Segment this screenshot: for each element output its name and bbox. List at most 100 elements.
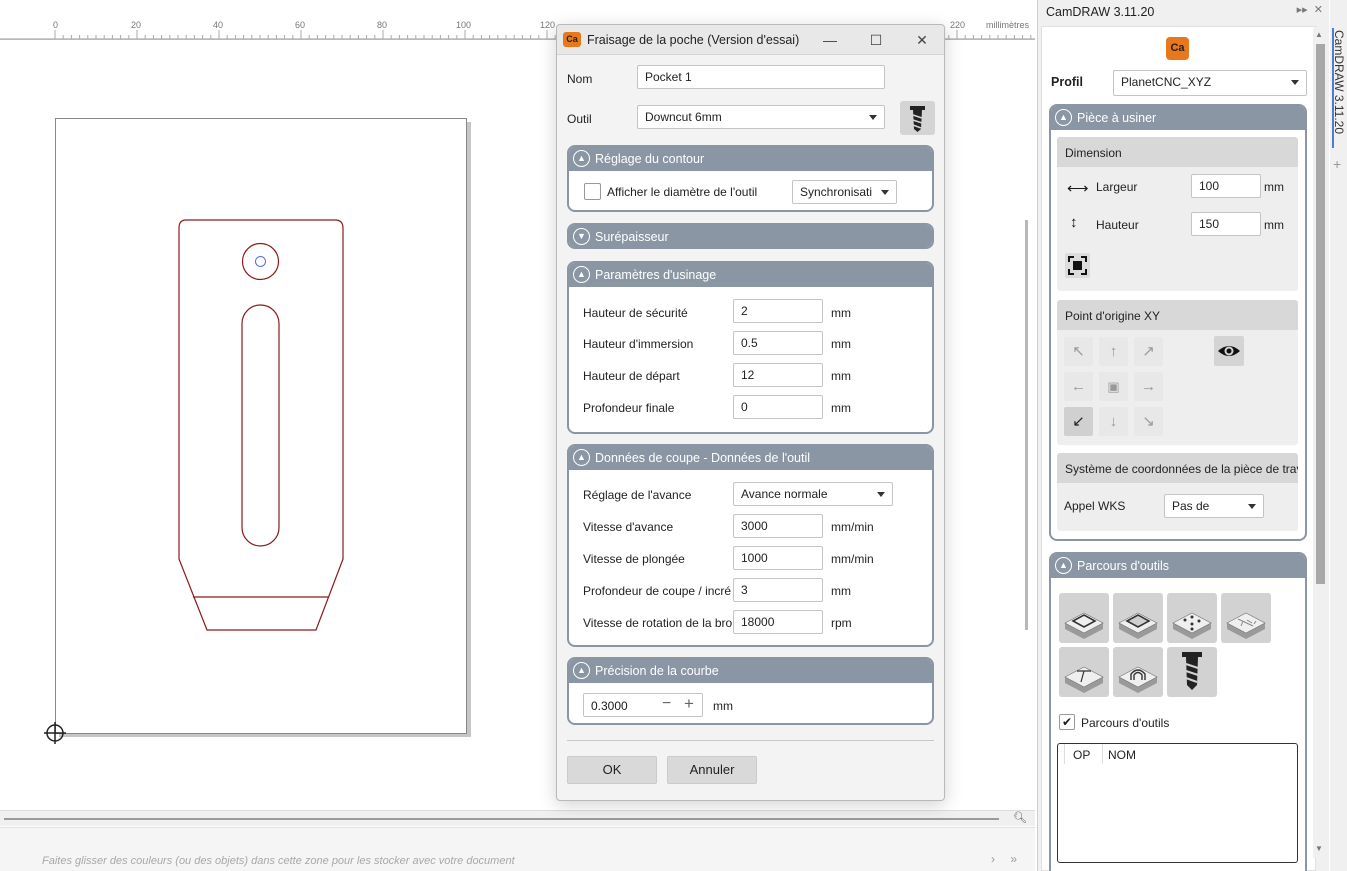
wks-header: Système de coordonnées de la pièce de tr…: [1057, 453, 1298, 483]
group-header[interactable]: ▼ Surépaisseur: [569, 225, 932, 247]
chevron-down-icon[interactable]: ▼: [573, 228, 590, 245]
chevron-up-icon[interactable]: ▲: [573, 449, 590, 466]
group-title: Parcours d'outils: [1077, 559, 1170, 573]
dialog-titlebar[interactable]: Ca Fraisage de la poche (Version d'essai…: [557, 25, 944, 55]
canvas-vertical-scrollbar[interactable]: [1020, 40, 1034, 810]
plus-icon[interactable]: +: [684, 694, 694, 714]
param-label: Profondeur finale: [583, 401, 675, 415]
origin-center-icon[interactable]: ▣: [1099, 372, 1128, 401]
maximize-icon[interactable]: ☐: [865, 30, 887, 50]
docker-title: CamDRAW 3.11.20: [1046, 5, 1155, 19]
scrollbar-thumb[interactable]: [4, 818, 999, 820]
origin-top-arrow-icon[interactable]: ↑: [1099, 337, 1128, 366]
show-origin-button[interactable]: [1214, 336, 1244, 366]
feed-rate-input[interactable]: 3000: [733, 514, 823, 538]
text-toolpath-button[interactable]: [1221, 593, 1271, 643]
immersion-height-input[interactable]: 0.5: [733, 331, 823, 355]
scrollbar-thumb[interactable]: [1025, 220, 1028, 630]
plunge-rate-input[interactable]: 1000: [733, 546, 823, 570]
unit-label: mm: [1264, 180, 1284, 194]
zoom-icon[interactable]: 🔍︎: [1013, 811, 1027, 824]
hauteur-label: Hauteur: [1096, 218, 1139, 232]
drill-toolpath-button[interactable]: [1167, 593, 1217, 643]
outil-select-value: Downcut 6mm: [645, 110, 722, 124]
list-header-nom[interactable]: NOM: [1108, 748, 1136, 762]
color-docker-bar: Faites glisser des couleurs (ou des obje…: [0, 827, 1035, 871]
unit-label: mm/min: [831, 520, 874, 534]
origin-title: Point d'origine XY: [1065, 309, 1161, 323]
list-column-divider: [1064, 744, 1065, 764]
final-depth-input[interactable]: 0: [733, 395, 823, 419]
outil-select[interactable]: Downcut 6mm: [637, 105, 885, 129]
group-header[interactable]: ▲ Pièce à usiner: [1051, 106, 1305, 130]
sync-select[interactable]: Synchronisati: [792, 180, 897, 204]
profil-select[interactable]: PlanetCNC_XYZ: [1113, 70, 1307, 96]
origin-left-arrow-icon[interactable]: ←: [1064, 372, 1093, 401]
docker-scroll-arrows[interactable]: › »: [991, 852, 1023, 866]
toolpaths-checkbox[interactable]: ✔: [1059, 714, 1075, 730]
profil-label: Profil: [1051, 75, 1083, 89]
show-tool-diameter-label: Afficher le diamètre de l'outil: [607, 185, 758, 199]
origin-bottom-left-arrow-icon[interactable]: ↙: [1064, 407, 1093, 436]
ruler-unit: millimètres: [985, 20, 1029, 30]
canvas-horizontal-scrollbar[interactable]: 🔍︎: [0, 810, 1035, 826]
cancel-button[interactable]: Annuler: [667, 756, 757, 784]
param-label: Hauteur d'immersion: [583, 337, 694, 351]
chevron-up-icon[interactable]: ▲: [573, 150, 590, 167]
tool-library-button[interactable]: [900, 101, 935, 135]
unit-label: mm: [831, 584, 851, 598]
document-page[interactable]: [55, 118, 467, 734]
add-docker-icon[interactable]: +: [1333, 156, 1341, 172]
chevron-up-icon[interactable]: ▲: [573, 266, 590, 283]
docker-controls[interactable]: ▸▸ ✕: [1297, 3, 1323, 16]
nom-input[interactable]: Pocket 1: [637, 65, 885, 89]
docker-vertical-scrollbar[interactable]: ▲ ▼: [1313, 28, 1327, 858]
dimension-title: Dimension: [1065, 146, 1122, 160]
origin-top-right-arrow-icon[interactable]: ↗: [1134, 337, 1163, 366]
scroll-down-icon[interactable]: ▼: [1315, 844, 1323, 853]
tool-selection-button[interactable]: [1167, 647, 1217, 697]
ok-button[interactable]: OK: [567, 756, 657, 784]
engrave-toolpath-button[interactable]: [1059, 647, 1109, 697]
wks-select[interactable]: Pas de: [1164, 494, 1264, 518]
chevron-up-icon[interactable]: ▲: [1055, 109, 1072, 126]
largeur-input[interactable]: 100: [1191, 174, 1261, 198]
unit-label: mm: [713, 699, 733, 713]
close-icon[interactable]: ✕: [911, 30, 933, 50]
profile-toolpath-button[interactable]: [1059, 593, 1109, 643]
safety-height-input[interactable]: 2: [733, 299, 823, 323]
ruler-tick-label: 60: [295, 20, 306, 30]
dialog-title: Fraisage de la poche (Version d'essai): [587, 33, 800, 47]
origin-right-arrow-icon[interactable]: →: [1134, 372, 1163, 401]
show-tool-diameter-checkbox[interactable]: [584, 183, 601, 200]
origin-bottom-right-arrow-icon[interactable]: ↘: [1134, 407, 1163, 436]
spindle-speed-input[interactable]: 18000: [733, 610, 823, 634]
start-height-input[interactable]: 12: [733, 363, 823, 387]
chevron-up-icon[interactable]: ▲: [1055, 557, 1072, 574]
origin-top-left-arrow-icon[interactable]: ↖: [1064, 337, 1093, 366]
group-header[interactable]: ▲ Réglage du contour: [569, 147, 932, 171]
group-title: Paramètres d'usinage: [595, 268, 717, 282]
group-header[interactable]: ▲ Précision de la courbe: [569, 659, 932, 683]
ruler-tick-label: 80: [377, 20, 388, 30]
curve-precision-stepper[interactable]: 0.3000 − +: [583, 693, 703, 717]
step-down-input[interactable]: 3: [733, 578, 823, 602]
group-header[interactable]: ▲ Données de coupe - Données de l'outil: [569, 446, 932, 470]
scroll-up-icon[interactable]: ▲: [1315, 30, 1323, 39]
pocket-toolpath-button[interactable]: [1113, 593, 1163, 643]
feed-setting-select[interactable]: Avance normale: [733, 482, 893, 506]
toolpaths-checkbox-label: Parcours d'outils: [1081, 716, 1170, 730]
minus-icon[interactable]: −: [662, 695, 671, 713]
camdraw-docker-tab[interactable]: CamDRAW 3.11.20: [1332, 28, 1346, 148]
fit-to-page-button[interactable]: [1065, 253, 1090, 278]
hauteur-input[interactable]: 150: [1191, 212, 1261, 236]
list-header-op[interactable]: OP: [1073, 748, 1090, 762]
group-header[interactable]: ▲ Paramètres d'usinage: [569, 263, 932, 287]
origin-bottom-arrow-icon[interactable]: ↓: [1099, 407, 1128, 436]
vcarve-toolpath-button[interactable]: [1113, 647, 1163, 697]
toolpaths-list[interactable]: OP NOM: [1057, 743, 1298, 863]
chevron-up-icon[interactable]: ▲: [573, 662, 590, 679]
group-header[interactable]: ▲ Parcours d'outils: [1051, 554, 1305, 578]
scrollbar-thumb[interactable]: [1316, 44, 1325, 584]
minimize-icon[interactable]: —: [819, 30, 841, 50]
